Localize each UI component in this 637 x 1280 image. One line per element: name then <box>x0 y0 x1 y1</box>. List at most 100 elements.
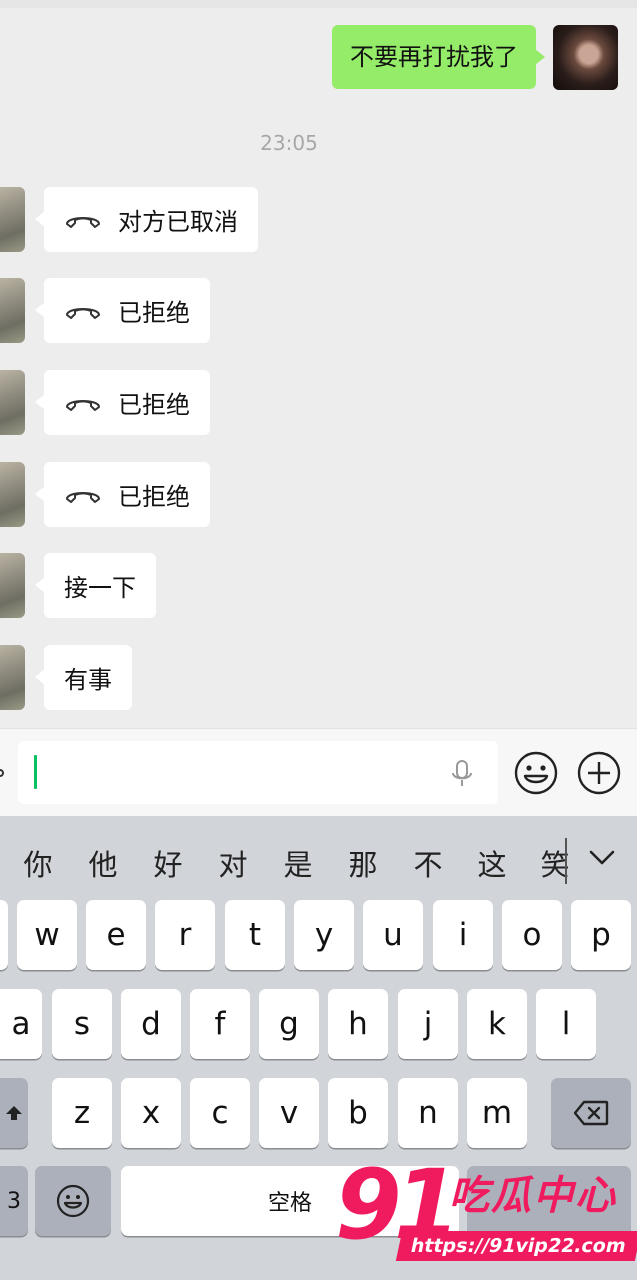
key[interactable]: t <box>225 900 285 970</box>
shift-key[interactable] <box>0 1078 28 1148</box>
key-label: z <box>73 1095 91 1131</box>
key-label: a <box>11 1006 31 1042</box>
key[interactable]: n <box>398 1078 458 1148</box>
key-label: l <box>561 1006 571 1042</box>
key-label: i <box>458 917 468 953</box>
candidate[interactable]: 好 <box>148 842 188 884</box>
call-record-bubble[interactable]: 已拒绝 <box>35 278 210 343</box>
voice-toggle-icon[interactable] <box>0 769 4 777</box>
call-record-bubble[interactable]: 已拒绝 <box>35 462 210 527</box>
message-text: 有事 <box>64 666 112 694</box>
key[interactable]: m <box>467 1078 527 1148</box>
key[interactable]: j <box>398 989 458 1059</box>
key[interactable]: b <box>328 1078 388 1148</box>
key[interactable]: g <box>259 989 319 1059</box>
incoming-message-row: 接一下 <box>0 553 156 618</box>
emoji-icon <box>56 1184 90 1218</box>
incoming-message-row: 已拒绝 <box>0 278 210 343</box>
key-label: d <box>141 1006 161 1042</box>
plus-icon[interactable] <box>577 751 621 795</box>
key-label: 3 <box>7 1188 21 1214</box>
candidate[interactable]: 这 <box>472 842 512 884</box>
top-edge <box>0 0 637 8</box>
key-label: w <box>34 917 60 953</box>
key[interactable]: l <box>536 989 596 1059</box>
incoming-message-row: 对方已取消 <box>0 187 258 252</box>
shift-icon <box>6 1106 22 1120</box>
backspace-icon <box>573 1100 609 1126</box>
phone-hangup-icon <box>64 301 102 321</box>
key[interactable]: w <box>17 900 77 970</box>
key-label: y <box>314 917 334 953</box>
phone-hangup-icon <box>64 485 102 505</box>
key[interactable]: z <box>52 1078 112 1148</box>
message-list[interactable]: 不要再打扰我了 23:05 对方已取消 已拒绝 已拒绝 已拒绝 接一下 有事 <box>0 0 637 728</box>
key[interactable]: e <box>86 900 146 970</box>
message-text: 接一下 <box>64 574 136 602</box>
key-label: s <box>73 1006 91 1042</box>
key-label: c <box>211 1095 229 1131</box>
key[interactable]: c <box>190 1078 250 1148</box>
emoji-key[interactable] <box>35 1166 111 1236</box>
key-label: v <box>279 1095 299 1131</box>
send-key[interactable] <box>467 1166 631 1236</box>
number-switch-key[interactable]: 3 <box>0 1166 28 1236</box>
key[interactable]: p <box>571 900 631 970</box>
key-label: o <box>522 917 542 953</box>
key[interactable]: u <box>363 900 423 970</box>
candidate[interactable]: 笑 <box>535 842 575 884</box>
key[interactable]: x <box>121 1078 181 1148</box>
self-avatar[interactable] <box>553 25 618 90</box>
candidate[interactable]: 那 <box>343 842 383 884</box>
microphone-icon[interactable] <box>450 759 474 789</box>
key-label: m <box>481 1095 513 1131</box>
backspace-key[interactable] <box>551 1078 631 1148</box>
chevron-down-icon[interactable] <box>588 848 616 868</box>
key-label: 空格 <box>267 1191 312 1216</box>
contact-avatar[interactable] <box>0 187 25 252</box>
incoming-message-row: 有事 <box>0 645 132 710</box>
contact-avatar[interactable] <box>0 370 25 435</box>
space-key[interactable]: 空格 <box>121 1166 459 1236</box>
incoming-message-row: 已拒绝 <box>0 370 210 435</box>
contact-avatar[interactable] <box>0 462 25 527</box>
candidate[interactable]: 你 <box>18 842 58 884</box>
key[interactable]: s <box>52 989 112 1059</box>
key-label: r <box>178 917 192 953</box>
key[interactable]: f <box>190 989 250 1059</box>
key-label: j <box>423 1006 433 1042</box>
contact-avatar[interactable] <box>0 645 25 710</box>
key-label: b <box>348 1095 368 1131</box>
candidate[interactable]: 他 <box>83 842 123 884</box>
outgoing-bubble[interactable]: 不要再打扰我了 <box>332 25 545 89</box>
key[interactable]: d <box>121 989 181 1059</box>
key[interactable]: r <box>155 900 215 970</box>
key[interactable]: v <box>259 1078 319 1148</box>
key[interactable]: a <box>0 989 42 1059</box>
timestamp: 23:05 <box>260 131 318 155</box>
key[interactable]: o <box>502 900 562 970</box>
key-label: h <box>348 1006 368 1042</box>
call-record-text: 对方已取消 <box>118 208 238 236</box>
phone-hangup-icon <box>64 393 102 413</box>
candidate[interactable]: 对 <box>213 842 253 884</box>
incoming-message-row: 已拒绝 <box>0 462 210 527</box>
key[interactable]: y <box>294 900 354 970</box>
message-input[interactable] <box>18 741 498 804</box>
text-message-bubble[interactable]: 接一下 <box>35 553 156 618</box>
key-q-partial[interactable] <box>0 900 8 970</box>
text-message-bubble[interactable]: 有事 <box>35 645 132 710</box>
candidate[interactable]: 不 <box>408 842 448 884</box>
candidate-divider <box>565 838 567 884</box>
call-record-bubble[interactable]: 对方已取消 <box>35 187 258 252</box>
text-caret <box>34 755 37 789</box>
key[interactable]: h <box>328 989 388 1059</box>
key-label: u <box>383 917 403 953</box>
key[interactable]: i <box>433 900 493 970</box>
contact-avatar[interactable] <box>0 278 25 343</box>
emoji-icon[interactable] <box>514 751 558 795</box>
call-record-bubble[interactable]: 已拒绝 <box>35 370 210 435</box>
candidate[interactable]: 是 <box>278 842 318 884</box>
contact-avatar[interactable] <box>0 553 25 618</box>
key[interactable]: k <box>467 989 527 1059</box>
